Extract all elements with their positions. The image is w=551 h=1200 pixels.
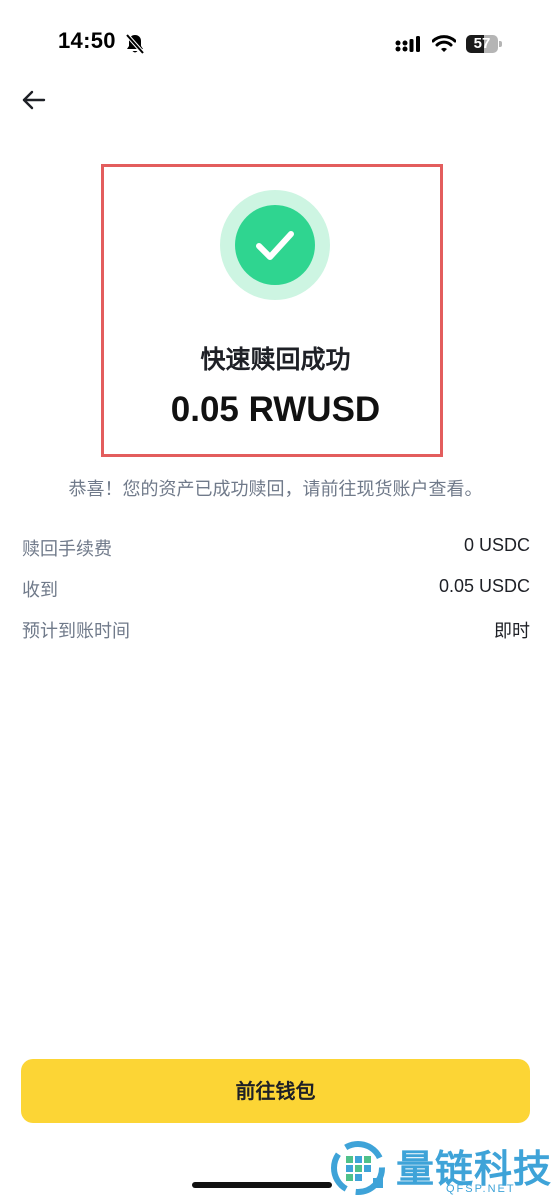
status-time: 14:50 [58,28,116,53]
detail-row-fee: 赎回手续费 0 USDC [22,533,530,574]
cellular-signal-icon [395,36,420,52]
detail-label: 赎回手续费 [22,539,112,560]
detail-label: 预计到账时间 [22,621,130,642]
status-bar: 14:50 57 [0,0,551,90]
check-icon [256,231,294,260]
result-amount: 0.05 RWUSD [170,390,381,429]
detail-value: 即时 [494,621,530,641]
success-message: 恭喜！您的资产已成功赎回，请前往现货账户查看。 [68,479,483,500]
wifi-icon [432,35,456,52]
battery-icon: 57 [466,35,502,53]
detail-row-received: 收到 0.05 USDC [22,574,530,615]
go-to-wallet-button[interactable]: 前往钱包 [21,1059,530,1123]
detail-label: 收到 [22,580,58,601]
details-list: 赎回手续费 0 USDC 收到 0.05 USDC 预计到账时间 即时 [22,533,530,656]
watermark-logo: 量链科技 QFSP.NET [328,1138,551,1198]
battery-level-text: 57 [473,35,491,52]
arrow-left-icon [22,90,46,110]
back-button[interactable] [16,84,52,116]
watermark-subtitle: QFSP.NET [446,1183,516,1195]
home-indicator[interactable] [192,1182,332,1188]
detail-value: 0.05 USDC [438,576,530,596]
bell-muted-icon [125,33,145,55]
detail-row-arrival-time: 预计到账时间 即时 [22,615,530,656]
watermark-mark-icon [331,1141,385,1195]
result-title: 快速赎回成功 [200,345,351,374]
detail-value: 0 USDC [463,535,530,555]
